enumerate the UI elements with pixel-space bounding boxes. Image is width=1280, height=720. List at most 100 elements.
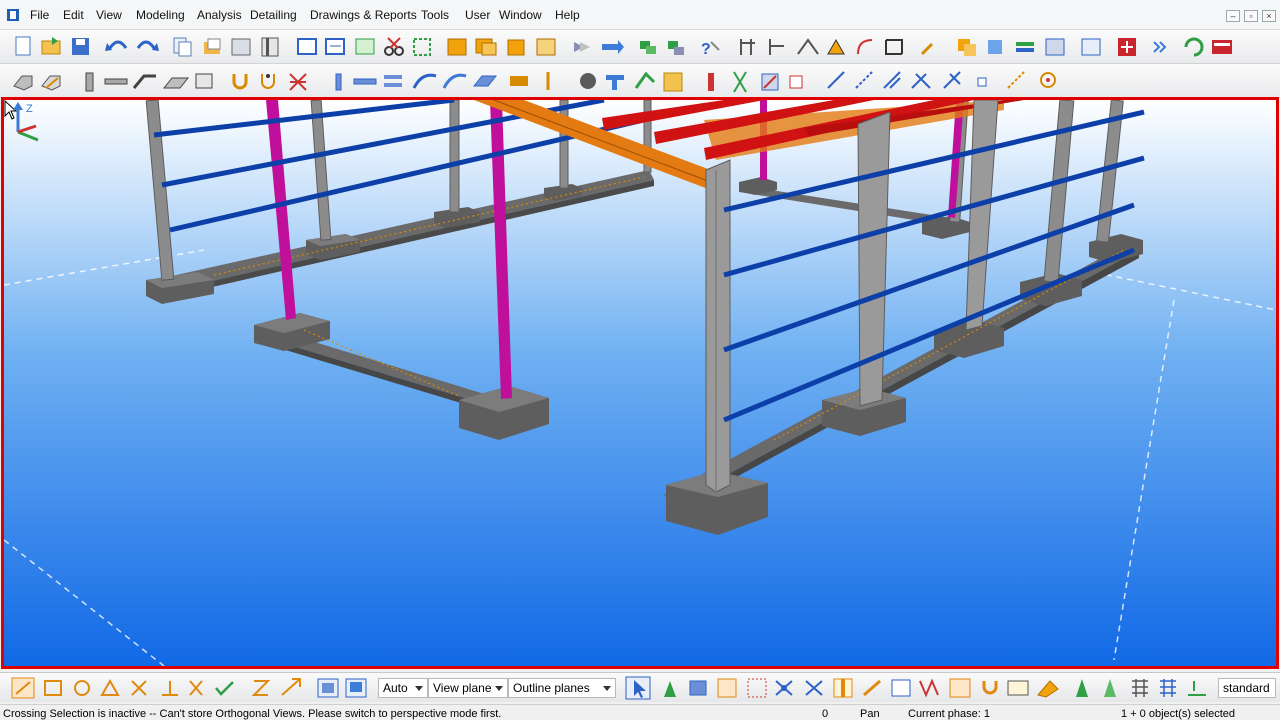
select-parts-icon[interactable] (664, 681, 676, 697)
copy-icon[interactable] (173, 37, 192, 57)
menu-view[interactable]: View (96, 8, 122, 22)
menu-modeling[interactable]: Modeling (136, 8, 185, 22)
select-cuts-icon[interactable] (863, 679, 881, 697)
snap-square-icon[interactable] (44, 680, 62, 696)
arrow-right-icon[interactable] (602, 40, 624, 54)
plane-icon[interactable] (345, 678, 367, 698)
part-delete-icon[interactable] (536, 38, 556, 56)
select-grid-icon[interactable] (747, 678, 767, 698)
tekla-warehouse-icon[interactable] (1118, 38, 1136, 56)
app-icon[interactable] (6, 8, 20, 22)
part-box-icon[interactable] (447, 38, 467, 56)
bracing-icon[interactable] (733, 71, 747, 93)
model-canvas[interactable] (4, 100, 1276, 666)
select-box-icon[interactable] (717, 678, 737, 698)
snap-check-icon[interactable] (215, 681, 234, 696)
selection-filter-select[interactable]: standard (1218, 678, 1276, 698)
plane-select[interactable]: View plane (428, 678, 508, 698)
copy-objects-icon[interactable] (958, 39, 976, 56)
select-object-icon[interactable] (1076, 679, 1088, 697)
bolt-group-icon[interactable] (261, 74, 275, 89)
select-lines-icon[interactable] (805, 680, 823, 696)
triangle-tool-icon[interactable] (827, 38, 845, 55)
snap-extension-icon[interactable] (281, 678, 301, 696)
point-icon[interactable] (977, 77, 987, 87)
organizer-icon[interactable] (1081, 38, 1101, 56)
zoom-area-icon[interactable] (413, 38, 431, 56)
steel-beam-icon[interactable] (353, 78, 377, 85)
catalog-icon[interactable] (231, 38, 251, 56)
steel-column-icon[interactable] (335, 73, 342, 91)
menu-user[interactable]: User (465, 8, 490, 22)
line-tool-3-icon[interactable] (883, 71, 901, 89)
panel-icon[interactable] (195, 73, 213, 89)
select-bolts-icon[interactable] (919, 678, 939, 698)
red-column-icon[interactable] (708, 73, 714, 91)
frame-tool-icon[interactable] (885, 39, 903, 55)
redo-icon[interactable] (136, 40, 159, 51)
weld-icon[interactable] (289, 73, 307, 91)
more-tools-icon[interactable] (1153, 41, 1167, 53)
slab-icon[interactable] (162, 77, 190, 89)
menu-help[interactable]: Help (555, 8, 580, 22)
arrow-left-icon[interactable] (574, 42, 590, 52)
part-stretch-icon[interactable] (507, 39, 525, 56)
minimize-button[interactable]: – (1226, 10, 1240, 22)
column-icon[interactable] (85, 72, 94, 92)
planes-display-select[interactable]: Outline planes (508, 678, 616, 698)
line-tool-4-icon[interactable] (911, 73, 931, 89)
select-welds-icon[interactable] (833, 678, 853, 698)
concrete-footing-icon[interactable] (13, 75, 33, 91)
dimension-angle-icon[interactable] (769, 39, 784, 55)
select-pointer-icon[interactable] (625, 676, 651, 700)
select-all-icon[interactable] (11, 677, 35, 699)
menu-drawings-reports[interactable]: Drawings & Reports (310, 8, 417, 22)
select-rebar-icon[interactable] (982, 681, 998, 695)
cut-part-icon[interactable] (761, 73, 779, 91)
window-icon[interactable] (297, 38, 317, 55)
snap-nearest-icon[interactable] (189, 680, 203, 696)
view-list-icon[interactable] (325, 38, 345, 55)
menu-edit[interactable]: Edit (63, 8, 84, 22)
magnet-icon[interactable] (232, 74, 248, 90)
profile-icon[interactable] (261, 37, 279, 57)
menu-detailing[interactable]: Detailing (250, 8, 297, 22)
twin-profile-icon[interactable] (384, 75, 402, 87)
snap-any-icon[interactable] (251, 680, 271, 696)
menu-file[interactable]: File (30, 8, 49, 22)
cut-icon[interactable] (384, 37, 404, 56)
refresh-green-icon[interactable] (1184, 37, 1204, 57)
bolt-icon[interactable] (510, 76, 528, 86)
menu-window[interactable]: Window (499, 8, 542, 22)
green-tree-icon[interactable] (640, 41, 656, 54)
save-icon[interactable] (72, 38, 89, 55)
select-planes-icon[interactable] (1160, 679, 1176, 697)
open-model-icon[interactable] (41, 37, 61, 55)
fitting-icon[interactable] (789, 75, 803, 89)
close-button[interactable]: × (1262, 10, 1276, 22)
work-plane-icon[interactable] (317, 678, 339, 698)
plate-icon[interactable] (472, 75, 498, 87)
snap-cross-icon[interactable] (131, 680, 147, 696)
custom-component-icon[interactable] (663, 72, 683, 92)
paste-icon[interactable] (204, 38, 221, 54)
snap-perpendicular-icon[interactable] (162, 681, 178, 696)
select-component-icon[interactable] (1037, 680, 1059, 698)
line-tool-1-icon[interactable] (827, 71, 845, 89)
views-icon[interactable] (355, 38, 375, 55)
beam-icon[interactable] (104, 78, 128, 85)
dimension-icon[interactable] (740, 39, 755, 55)
arc-tool-icon[interactable] (857, 39, 873, 55)
select-points-icon[interactable] (775, 680, 793, 696)
restore-button[interactable]: ▫ (1244, 10, 1258, 22)
line-tool-2-icon[interactable] (855, 71, 873, 89)
measure-icon[interactable] (797, 38, 819, 55)
new-model-icon[interactable] (15, 36, 31, 56)
pin-icon[interactable] (920, 42, 934, 56)
select-reinforcement-icon[interactable] (1007, 680, 1029, 696)
menu-analysis[interactable]: Analysis (197, 8, 242, 22)
polybeam-steel-icon[interactable] (442, 73, 467, 89)
green-cluster-icon[interactable] (668, 41, 684, 55)
inquire-icon[interactable]: ? (701, 41, 720, 58)
layers-icon[interactable] (1016, 42, 1034, 52)
